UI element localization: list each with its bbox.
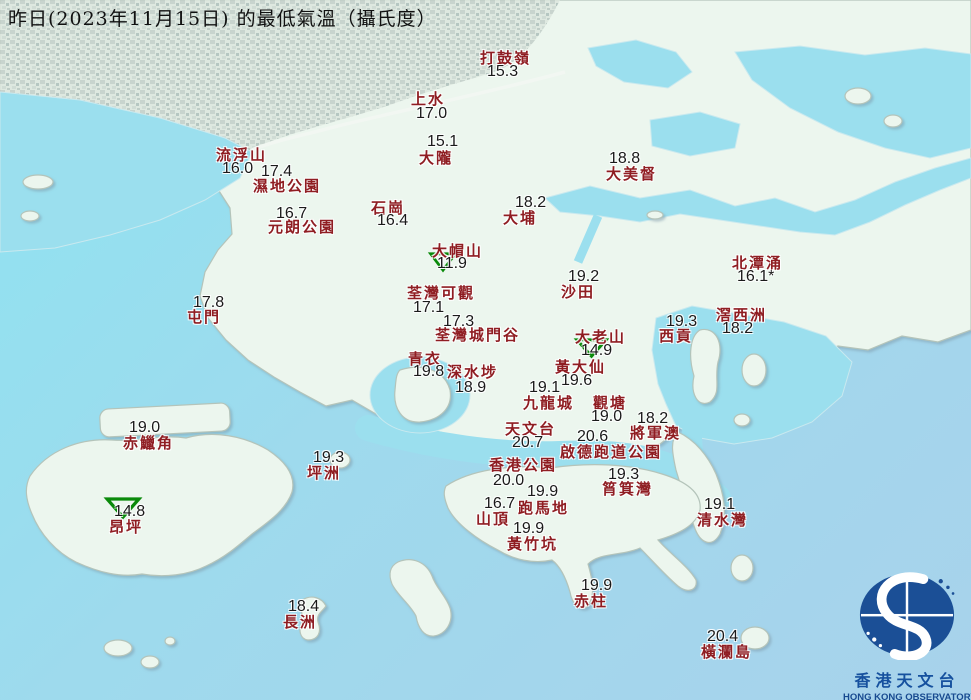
station-temperature: 19.1: [704, 496, 736, 513]
station-temperature: 20.0: [493, 472, 525, 489]
station-temperature: 19.6: [561, 372, 593, 389]
mirs-bay-island-2: [883, 114, 903, 128]
soko-island: [103, 639, 133, 657]
station-temperature: 16.7: [484, 495, 516, 512]
hko-logo: 香港天文台 HONG KONG OBSERVATORY: [843, 572, 971, 700]
station-temperature: 17.4: [261, 163, 293, 180]
hong-kong-island: [443, 464, 701, 609]
port-shelter-islet: [733, 413, 751, 427]
station-temperature: 19.3: [608, 466, 640, 483]
station-temperature: 16.1*: [737, 268, 775, 285]
station-temperature: 19.0: [591, 408, 623, 425]
station-temperature: 15.3: [487, 63, 519, 80]
port-shelter-island: [741, 353, 767, 387]
station-temperature: 20.4: [707, 628, 739, 645]
station-temperature: 19.9: [527, 483, 559, 500]
hong-kong-basemap: [0, 0, 971, 669]
station-temperature: 17.1: [413, 299, 445, 316]
mirs-bay-island: [844, 87, 872, 105]
station-temperature: 19.9: [513, 520, 545, 537]
station-temperature: 19.9: [581, 577, 613, 594]
hko-logo-icon: [859, 572, 955, 662]
tolo-islet: [646, 210, 664, 220]
station-temperature: 18.2: [637, 410, 669, 427]
soko-islet-2: [164, 636, 176, 646]
station-temperature: 19.3: [313, 449, 345, 466]
deep-bay-islet: [22, 174, 54, 190]
station-temperature: 18.8: [609, 150, 641, 167]
station-temperature: 19.1: [529, 379, 561, 396]
station-temperature: 16.7: [276, 205, 308, 222]
station-temperature: 18.2: [722, 320, 754, 337]
hko-logo-name-cn: 香港天文台: [854, 671, 960, 690]
station-temperature: 18.9: [455, 379, 487, 396]
lamma-island: [389, 559, 452, 637]
station-temperature: 17.8: [193, 294, 225, 311]
station-temperature: 18.4: [288, 598, 320, 615]
station-temperature: 20.7: [512, 434, 544, 451]
station-temperature: 19.0: [129, 419, 161, 436]
station-temperature: 18.2: [515, 194, 547, 211]
station-temperature: 11.9: [437, 255, 467, 272]
station-temperature: 16.0: [222, 160, 254, 177]
deep-bay-islet-2: [20, 210, 40, 222]
kau-sai-chau-island: [690, 328, 721, 404]
station-temperature: 17.3: [443, 313, 475, 330]
lantau-island: [25, 433, 294, 577]
station-temperature: 20.6: [577, 428, 609, 445]
station-temperature: 16.4: [377, 212, 409, 229]
station-name: 啟德跑道公園: [560, 443, 663, 461]
station-temperature: 17.0: [416, 105, 448, 122]
hko-logo-name-en: HONG KONG OBSERVATORY: [843, 692, 971, 700]
station-temperature: 14.8: [114, 503, 146, 520]
soko-islet: [140, 655, 160, 669]
station-temperature: 19.2: [568, 268, 600, 285]
station-temperature: 15.1: [427, 133, 459, 150]
min-temperature-map: 昨日(2023年11月15日) 的最低氣溫（攝氏度） 打鼓嶺 15.3 上水 1…: [0, 0, 971, 700]
station-temperature: 19.8: [413, 363, 445, 380]
station-temperature: 19.3: [666, 313, 698, 330]
tung-lung-chau-island: [730, 554, 754, 582]
page-title: 昨日(2023年11月15日) 的最低氣溫（攝氏度）: [8, 8, 437, 30]
